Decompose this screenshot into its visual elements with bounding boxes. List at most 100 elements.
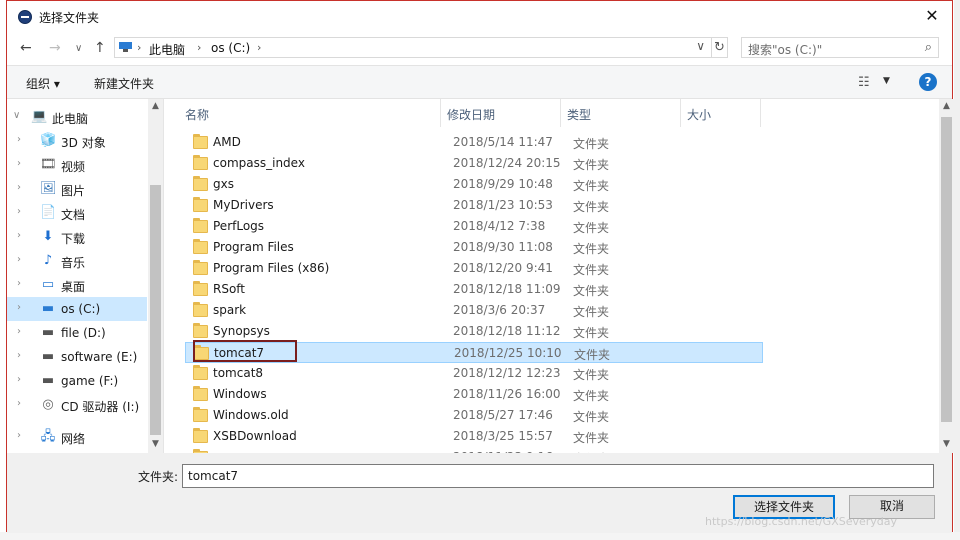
close-button[interactable]: ✕	[920, 5, 944, 27]
chevron-right-icon[interactable]: ›	[17, 278, 21, 289]
file-row[interactable]: MyDrivers 2018/1/23 10:53 文件夹	[185, 195, 763, 216]
folder-name-input[interactable]	[182, 464, 934, 488]
help-button[interactable]: ?	[919, 73, 937, 91]
file-row[interactable]: AMD 2018/5/14 11:47 文件夹	[185, 132, 763, 153]
file-type: 文件夹	[573, 305, 610, 319]
chevron-right-icon[interactable]: ›	[17, 326, 21, 337]
file-name: Windows	[213, 387, 267, 401]
file-row[interactable]: Program Files 2018/9/30 11:08 文件夹	[185, 237, 763, 258]
column-header-name[interactable]: 名称 ^	[179, 99, 441, 127]
background-window-edge-bottom	[0, 532, 960, 540]
address-segment-os-c[interactable]: os (C:)	[211, 41, 250, 55]
file-row[interactable]: Synopsys 2018/12/18 11:12 文件夹	[185, 321, 763, 342]
folder-icon	[193, 155, 208, 170]
file-date: 2018/9/29 10:48	[453, 177, 553, 191]
file-row[interactable]: spark 2018/3/6 20:37 文件夹	[185, 300, 763, 321]
file-list-scrollbar[interactable]: ▲ ▼	[939, 99, 954, 453]
forward-button[interactable]: →	[49, 40, 61, 56]
address-bar[interactable]: › 此电脑 › os (C:) › ∨	[114, 37, 712, 58]
address-dropdown[interactable]: ∨	[696, 39, 705, 53]
column-header-date[interactable]: 修改日期	[441, 99, 561, 127]
chevron-right-icon[interactable]: ›	[17, 254, 21, 265]
address-segment-this-pc[interactable]: 此电脑	[149, 41, 185, 58]
file-date: 2018/3/25 15:57	[453, 429, 553, 443]
search-input[interactable]: 搜索"os (C:)"	[748, 41, 822, 58]
folder-icon	[193, 197, 208, 212]
chevron-right-icon[interactable]: ›	[17, 350, 21, 361]
sidebar-item[interactable]: › ▬ os (C:)	[7, 297, 147, 321]
file-date: 2018/12/18 11:12	[453, 324, 561, 338]
file-row[interactable]: Program Files (x86) 2018/12/20 9:41 文件夹	[185, 258, 763, 279]
file-row[interactable]: compass_index 2018/12/24 20:15 文件夹	[185, 153, 763, 174]
sidebar-item-icon: ◎	[42, 397, 54, 412]
back-button[interactable]: ←	[20, 40, 32, 56]
file-name: PerfLogs	[213, 219, 265, 233]
search-box[interactable]: 搜索"os (C:)" ⌕	[741, 37, 939, 58]
view-options-icon[interactable]: ☷	[858, 75, 870, 90]
sidebar-item-label: 网络	[61, 432, 86, 446]
sidebar-item[interactable]: › ▭ 桌面	[7, 273, 147, 297]
sidebar-item[interactable]: › ▬ file (D:)	[7, 321, 147, 345]
file-row[interactable]: Windows.old 2018/5/27 17:46 文件夹	[185, 405, 763, 426]
sidebar-scrollbar[interactable]: ▲ ▼	[148, 99, 163, 453]
sidebar-scroll-thumb[interactable]	[150, 185, 161, 435]
up-button[interactable]: ↑	[94, 40, 106, 56]
new-folder-button[interactable]: 新建文件夹	[94, 75, 154, 92]
folder-icon	[193, 365, 208, 380]
recent-locations-dropdown[interactable]: ∨	[75, 43, 82, 54]
search-icon[interactable]: ⌕	[925, 40, 932, 55]
file-date: 2018/12/18 11:09	[453, 282, 561, 296]
file-type: 文件夹	[573, 263, 610, 277]
sidebar-item[interactable]: › ▬ software (E:)	[7, 345, 147, 369]
file-date: 2018/11/26 16:00	[453, 387, 561, 401]
sidebar-item[interactable]: › 🧊 3D 对象	[7, 129, 147, 153]
chevron-down-icon[interactable]: ∨	[13, 110, 20, 121]
chevron-right-icon[interactable]: ›	[17, 374, 21, 385]
sidebar-item[interactable]: › 🖼 图片	[7, 177, 147, 201]
sidebar-item[interactable]: ∨ 💻 此电脑	[7, 105, 147, 129]
refresh-button[interactable]: ↻	[712, 37, 728, 58]
sidebar-item-label: 音乐	[61, 256, 86, 270]
sidebar-item[interactable]: › ◎ CD 驱动器 (I:)	[7, 393, 147, 417]
watermark: https://blog.csdn.net/GXSeveryday	[705, 515, 898, 528]
file-date: 2018/12/20 9:41	[453, 261, 553, 275]
view-options-dropdown[interactable]: ▼	[883, 76, 890, 86]
chevron-right-icon[interactable]: ›	[17, 398, 21, 409]
chevron-right-icon[interactable]: ›	[17, 302, 21, 313]
file-date: 2018/4/12 7:38	[453, 219, 546, 233]
column-header-size[interactable]: 大小	[681, 99, 761, 127]
scroll-down-arrow[interactable]: ▼	[939, 439, 954, 449]
sidebar-item[interactable]: › 📄 文档	[7, 201, 147, 225]
navigation-bar: ← → ∨ ↑ › 此电脑 › os (C:) › ∨ ↻ 搜索"os (C:)…	[7, 33, 952, 63]
scroll-up-arrow[interactable]: ▲	[939, 101, 954, 111]
file-date: 2018/9/30 11:08	[453, 240, 553, 254]
address-separator[interactable]: ›	[257, 41, 261, 54]
chevron-right-icon[interactable]: ›	[17, 158, 21, 169]
chevron-right-icon[interactable]: ›	[17, 182, 21, 193]
organize-button[interactable]: 组织 ▾	[26, 75, 60, 92]
sidebar-item[interactable]: › ♪ 音乐	[7, 249, 147, 273]
file-type: 文件夹	[573, 431, 610, 445]
file-row[interactable]: RSoft 2018/12/18 11:09 文件夹	[185, 279, 763, 300]
chevron-right-icon[interactable]: ›	[17, 206, 21, 217]
address-separator[interactable]: ›	[137, 41, 141, 54]
file-row[interactable]: gxs 2018/9/29 10:48 文件夹	[185, 174, 763, 195]
sidebar-item[interactable]: › 🎞 视频	[7, 153, 147, 177]
sidebar-item[interactable]: › ⬇ 下载	[7, 225, 147, 249]
scroll-down-arrow[interactable]: ▼	[148, 439, 163, 449]
file-row[interactable]: PerfLogs 2018/4/12 7:38 文件夹	[185, 216, 763, 237]
column-header-type[interactable]: 类型	[561, 99, 681, 127]
file-row[interactable]: tomcat8 2018/12/12 12:23 文件夹	[185, 363, 763, 384]
scroll-up-arrow[interactable]: ▲	[148, 101, 163, 111]
file-row[interactable]: XSBDownload 2018/3/25 15:57 文件夹	[185, 426, 763, 447]
chevron-right-icon[interactable]: ›	[17, 430, 21, 441]
chevron-right-icon[interactable]: ›	[17, 134, 21, 145]
file-row[interactable]: Windows 2018/11/26 16:00 文件夹	[185, 384, 763, 405]
sidebar-item[interactable]: › ▬ game (F:)	[7, 369, 147, 393]
sidebar-item-icon: 🖼	[40, 181, 57, 196]
address-separator[interactable]: ›	[197, 41, 201, 54]
chevron-right-icon[interactable]: ›	[17, 230, 21, 241]
file-list-scroll-thumb[interactable]	[941, 117, 952, 422]
sidebar-item[interactable]: › 🖧 网络	[7, 425, 147, 449]
file-date: 2018/12/25 10:10	[454, 346, 562, 360]
